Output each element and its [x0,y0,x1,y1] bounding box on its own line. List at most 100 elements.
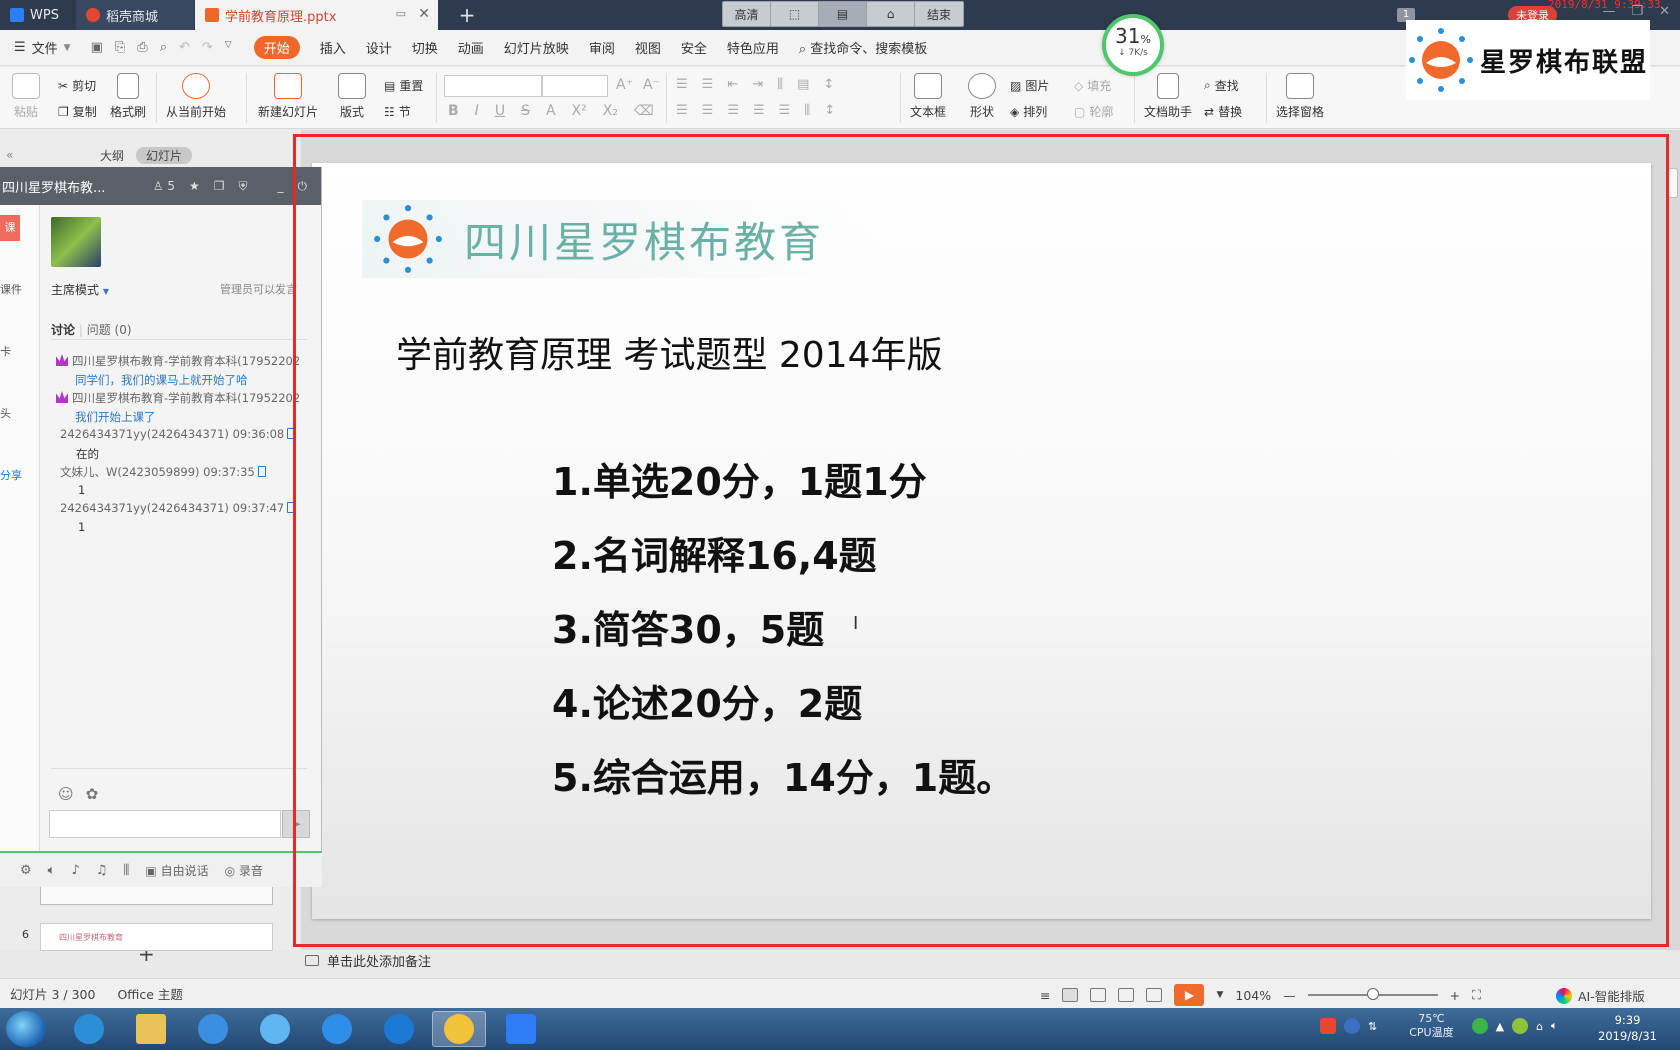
line-spacing-icon[interactable]: ↕ [823,77,834,92]
play-from-current-button[interactable]: 从当前开始 [166,73,226,120]
picture-button[interactable]: ▨ 图片 [1010,77,1049,94]
outline-button[interactable]: ▢ 轮廓 [1074,103,1113,120]
network-speed-widget[interactable]: 31% ↓ 7K/s [1102,14,1164,76]
share-tab[interactable]: 分享 [0,467,22,483]
print-preview-icon[interactable]: ⌕ [160,40,167,55]
mode-select[interactable]: 主席模式 ▼ [51,281,109,298]
menu-features[interactable]: 特色应用 [727,38,779,57]
taskbar-yy[interactable] [432,1011,486,1047]
tab-wps[interactable]: WPS [0,0,75,30]
slide-thumbnail-5[interactable] [40,885,273,905]
flower-icon[interactable]: ✿ [86,785,99,803]
minimize-icon[interactable]: — [1602,4,1615,19]
grow-font-icon[interactable]: A⁺ [616,77,633,93]
menu-security[interactable]: 安全 [681,38,707,57]
chevron-down-icon[interactable]: ▼ [1216,990,1223,1000]
card-tab[interactable]: 卡 [0,343,11,359]
tab-outline[interactable]: 大纲 [100,147,124,164]
command-search[interactable]: ⌕ 查找命令、搜索模板 [799,38,927,57]
align-left-icon[interactable]: ☰ [676,103,688,118]
cut-button[interactable]: ✂ 剪切 [58,77,96,94]
scrollbar-thumb[interactable] [1668,168,1678,198]
customize-icon[interactable]: ▽ [225,40,232,55]
close-tab-icon[interactable]: ✕ [418,6,430,22]
tab-presentation[interactable]: 学前教育原理.pptx ▭ ✕ [195,0,438,30]
menu-home[interactable]: 开始 [253,36,300,59]
hd-button[interactable]: 高清 [723,2,771,26]
redo-icon[interactable]: ↷ [202,40,213,55]
shrink-font-icon[interactable]: A⁻ [643,77,660,93]
slide-title[interactable]: 学前教育原理 考试题型 2014年版 [396,326,943,378]
mixer-icon[interactable]: ⫼ [123,863,129,878]
network-status-icon[interactable] [1471,1018,1488,1034]
format-painter-button[interactable]: 格式刷 [110,73,146,120]
paste-button[interactable]: 粘贴 [12,73,40,120]
font-size-select[interactable] [542,75,608,97]
zoom-slider-knob[interactable] [1366,988,1379,1000]
columns-icon[interactable]: ⫼ [804,103,810,118]
menu-view[interactable]: 视图 [635,38,661,57]
free-talk-button[interactable]: ▣ 自由说话 [145,862,208,879]
vertical-scrollbar[interactable] [1666,156,1680,916]
layout-button[interactable]: 版式 [338,73,366,120]
speaker-icon[interactable]: 🔈︎ [48,863,56,878]
slide[interactable]: 四川星罗棋布教育 学前教育原理 考试题型 2014年版 1.单选20分，1题1分… [312,163,1651,919]
zoom-out-icon[interactable]: — [1283,988,1296,1003]
strikethrough-icon[interactable]: S [521,103,530,119]
align-text-icon[interactable]: ▤ [797,77,809,92]
align-center-icon[interactable]: ☰ [702,103,714,118]
shape-button[interactable]: 形状 [968,73,996,120]
menu-animation[interactable]: 动画 [458,38,484,57]
collapse-icon[interactable]: « [6,148,13,162]
fit-window-icon[interactable]: ⛶ [1472,987,1481,1003]
justify-icon[interactable]: ☰ [753,103,765,118]
sogou-ime-icon[interactable] [1320,1018,1336,1034]
new-slide-button[interactable]: 新建幻灯片 [258,73,318,120]
menu-design[interactable]: 设计 [366,38,392,57]
window-mode-icon[interactable]: ▤ [819,2,867,26]
eraser-icon[interactable]: ⌫ [634,103,654,119]
security-icon[interactable] [1512,1018,1529,1034]
menu-slideshow[interactable]: 幻灯片放映 [504,38,569,57]
textbox-button[interactable]: 文本框 [910,73,946,120]
record-button[interactable]: ◎ 录音 [225,862,263,879]
tab-docer-store[interactable]: 稻壳商城 [76,0,194,30]
slideshow-play-button[interactable]: ▶ [1174,984,1205,1006]
menu-transition[interactable]: 切换 [412,38,438,57]
undo-icon[interactable]: ↶ [179,40,190,55]
end-button[interactable]: 结束 [915,2,963,26]
superscript-icon[interactable]: X² [572,103,587,119]
taskbar-ie[interactable] [62,1011,116,1047]
find-button[interactable]: ⌕ 查找 [1204,77,1239,94]
tab-questions[interactable]: 问题 [87,323,111,337]
chat-input[interactable] [49,810,281,838]
close-icon[interactable]: ✕ [1659,4,1670,19]
selection-pane-button[interactable]: 选择窗格 [1276,73,1324,120]
restore-icon[interactable]: ❐ [1631,4,1643,19]
taskbar-wps[interactable] [494,1011,548,1047]
align-right-icon[interactable]: ☰ [727,103,739,118]
export-icon[interactable]: ⎘ [115,40,125,55]
bold-icon[interactable]: B [448,103,459,119]
microphone-icon[interactable]: ♪ [71,863,79,878]
font-family-select[interactable] [444,75,542,97]
courseware-tab[interactable]: 课件 [0,281,22,297]
menu-review[interactable]: 审阅 [589,38,615,57]
outdent-icon[interactable]: ⇤ [727,77,738,92]
notes-bar[interactable]: 单击此处添加备注 [295,950,1680,970]
bullet-list-icon[interactable]: ☰ [676,77,688,92]
minimize-icon[interactable]: _ [278,179,284,194]
tray-arrow-icon[interactable]: ⇅ [1368,1020,1377,1033]
shield-icon[interactable]: ⛨ [238,179,247,194]
tray-expand-icon[interactable]: ▲ [1496,1020,1504,1033]
distribute-icon[interactable]: ☰ [779,103,791,118]
replace-button[interactable]: ⇄ 替换 [1204,103,1242,120]
tab-discuss[interactable]: 讨论 [51,323,75,337]
file-menu[interactable]: ☰ 文件 ▼ [14,38,71,57]
taskbar-browser[interactable] [310,1011,364,1047]
zoom-slider[interactable] [1307,988,1438,1000]
avatar[interactable] [51,217,101,267]
taskbar-clock[interactable]: 9:39 2019/8/31 [1598,1012,1657,1044]
slide-bullet-list[interactable]: 1.单选20分，1题1分 2.名词解释16,4题 3.简答30，5题 4.论述2… [552,445,1014,815]
star-icon[interactable]: ★ [189,179,200,194]
